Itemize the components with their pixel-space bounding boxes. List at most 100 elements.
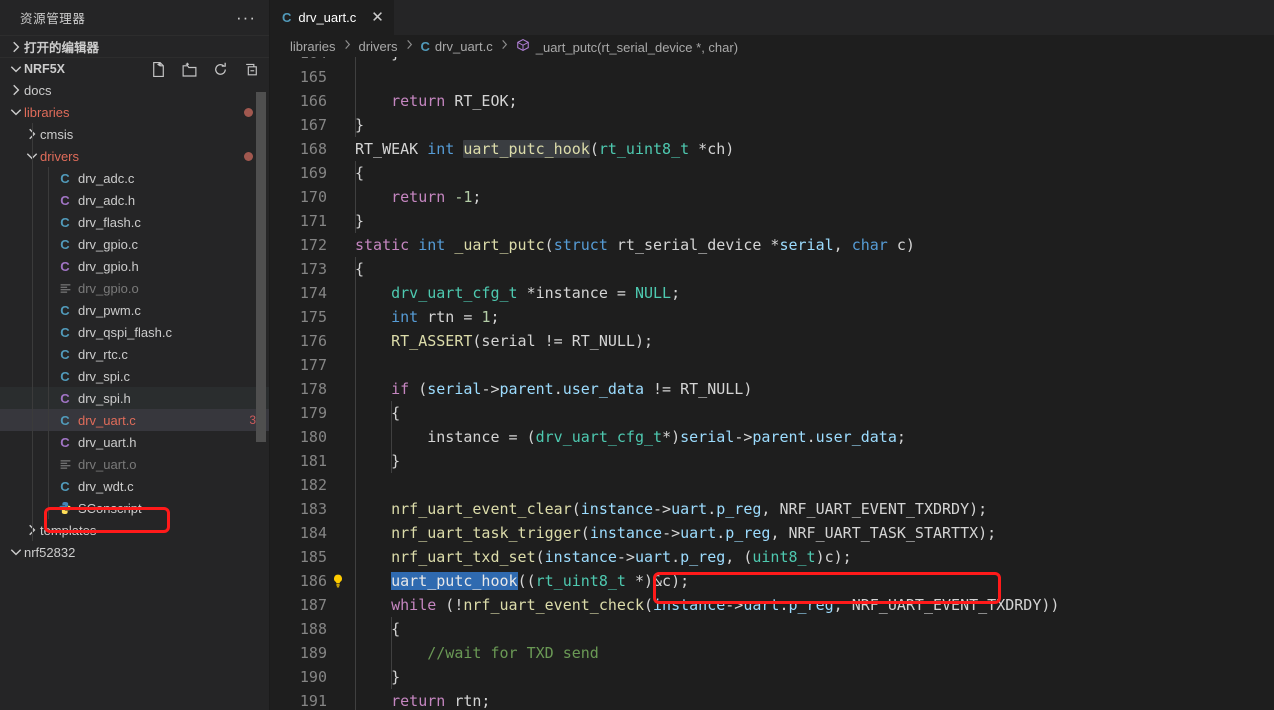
code-line-178[interactable]: 178 if (serial->parent.user_data != RT_N… [270, 377, 1274, 401]
sidebar-scrollbar[interactable] [256, 92, 266, 442]
code-line-175[interactable]: 175 int rtn = 1; [270, 305, 1274, 329]
code-line-179[interactable]: 179 { [270, 401, 1274, 425]
tree-file-drv_wdt.c[interactable]: Cdrv_wdt.c [0, 475, 270, 497]
tree-file-drv_gpio.h[interactable]: Cdrv_gpio.h [0, 255, 270, 277]
editor-pane: C drv_uart.c ✕ libraries drivers Cdrv_uart… [270, 0, 1274, 710]
tree-file-drv_spi.h[interactable]: Cdrv_spi.h [0, 387, 270, 409]
tree-file-drv_adc.c[interactable]: Cdrv_adc.c [0, 167, 270, 189]
tree-file-drv_pwm.c[interactable]: Cdrv_pwm.c [0, 299, 270, 321]
code-token: uint8_t [752, 548, 816, 566]
code-line-166[interactable]: 166 return RT_EOK; [270, 89, 1274, 113]
code-line-text: { [355, 401, 400, 425]
tree-item-label: nrf52832 [24, 544, 76, 560]
code-line-167[interactable]: 167} [270, 113, 1274, 137]
tree-item-label: SConscript [78, 500, 142, 516]
tree-file-SConscript[interactable]: SConscript [0, 497, 270, 519]
tree-file-drv_gpio.c[interactable]: Cdrv_gpio.c [0, 233, 270, 255]
code-line-164[interactable]: 164 } [270, 57, 1274, 65]
tree-file-drv_qspi_flash.c[interactable]: Cdrv_qspi_flash.c [0, 321, 270, 343]
breadcrumb-item-1[interactable]: drivers [359, 39, 398, 54]
tree-folder-nrf52832[interactable]: nrf52832 [0, 541, 270, 563]
code-token: (serial != RT_NULL); [472, 332, 654, 350]
line-number: 190 [299, 668, 327, 686]
workspace-root-label: NRF5X [24, 61, 65, 76]
close-icon[interactable]: ✕ [371, 10, 384, 25]
code-line-170[interactable]: 170 return -1; [270, 185, 1274, 209]
open-editors-section[interactable]: 打开的编辑器 [0, 35, 270, 57]
tree-file-drv_adc.h[interactable]: Cdrv_adc.h [0, 189, 270, 211]
code-line-172[interactable]: 172 static int _uart_putc(struct rt_seria… [270, 233, 1274, 257]
tree-folder-templates[interactable]: templates [0, 519, 270, 541]
line-number: 173 [299, 260, 327, 278]
line-number: 166 [299, 92, 327, 110]
tree-item-label: drv_spi.c [78, 368, 131, 384]
c-file-icon: C [60, 302, 70, 318]
tree-folder-drivers[interactable]: drivers [0, 145, 270, 167]
tree-file-drv_gpio.o[interactable]: drv_gpio.o [0, 277, 270, 299]
code-token: )c); [815, 548, 852, 566]
code-line-text: RT_ASSERT(serial != RT_NULL); [355, 329, 653, 353]
code-line-185[interactable]: 185 nrf_uart_txd_set(instance->uart.p_re… [270, 545, 1274, 569]
code-indent-guide [355, 161, 356, 233]
code-line-188[interactable]: 188 { [270, 617, 1274, 641]
editor-tabbar: C drv_uart.c ✕ [270, 0, 1274, 35]
h-file-icon: C [60, 434, 70, 450]
new-file-icon[interactable] [150, 61, 167, 78]
code-token: c) [887, 236, 915, 254]
code-token: p_reg [716, 500, 762, 518]
tree-file-drv_flash.c[interactable]: Cdrv_flash.c [0, 211, 270, 233]
collapse-all-icon[interactable] [243, 61, 260, 78]
code-line-183[interactable]: 183 nrf_uart_event_clear(instance->uart.… [270, 497, 1274, 521]
code-line-174[interactable]: 174 drv_uart_cfg_t *instance = NULL; [270, 281, 1274, 305]
code-line-187[interactable]: 187 while (!nrf_uart_event_check(instanc… [270, 593, 1274, 617]
code-token: { [355, 404, 401, 422]
code-line-165[interactable]: 165 [270, 65, 1274, 89]
code-token: instance [653, 596, 726, 614]
refresh-icon[interactable] [212, 61, 229, 78]
chevron-right-icon [8, 39, 24, 55]
tree-item-label: docs [24, 82, 52, 98]
tree-file-drv_uart.c[interactable]: Cdrv_uart.c 3 [0, 409, 270, 431]
code-line-190[interactable]: 190 } [270, 665, 1274, 689]
code-line-189[interactable]: 189 //wait for TXD send [270, 641, 1274, 665]
code-line-180[interactable]: 180 instance = (drv_uart_cfg_t*)serial->… [270, 425, 1274, 449]
line-number: 189 [299, 644, 327, 662]
code-line-181[interactable]: 181 } [270, 449, 1274, 473]
breadcrumb-item-3[interactable]: _uart_putc(rt_serial_device *, char) [516, 38, 738, 55]
code-line-184[interactable]: 184 nrf_uart_task_trigger(instance->uart… [270, 521, 1274, 545]
code-line-168[interactable]: 168 RT_WEAK int uart_putc_hook(rt_uint8_t… [270, 137, 1274, 161]
code-line-191[interactable]: 191 return rtn; [270, 689, 1274, 710]
code-line-182[interactable]: 182 [270, 473, 1274, 497]
code-line-171[interactable]: 171} [270, 209, 1274, 233]
tab-drv-uart-c[interactable]: C drv_uart.c ✕ [270, 0, 395, 35]
code-line-173[interactable]: 173 { [270, 257, 1274, 281]
explorer-more-actions-icon[interactable]: ··· [236, 9, 262, 26]
code-line-177[interactable]: 177 [270, 353, 1274, 377]
lightbulb-quickfix-icon[interactable] [330, 573, 346, 589]
breadcrumb-item-2[interactable]: Cdrv_uart.c [421, 39, 493, 54]
code-line-169[interactable]: 169 { [270, 161, 1274, 185]
code-token: uart [743, 596, 780, 614]
tree-file-drv_rtc.c[interactable]: Cdrv_rtc.c [0, 343, 270, 365]
vscode-window: 资源管理器 ··· 打开的编辑器 NRF5X docs libraries cm… [0, 0, 1274, 710]
chevron-down-icon [8, 104, 24, 120]
code-token: *instance = [517, 284, 635, 302]
code-line-186[interactable]: 186 uart_putc_hook((rt_uint8_t *)&c); [270, 569, 1274, 593]
code-token: , NRF_UART_TASK_STARTTX); [770, 524, 997, 542]
code-token: uart [634, 548, 672, 566]
new-folder-icon[interactable] [181, 61, 198, 78]
code-token: rt_uint8_t [598, 140, 690, 158]
code-editor-content[interactable]: 164 }165166 return RT_EOK;167}168RT_WEAK… [270, 57, 1274, 710]
tree-file-drv_uart.o[interactable]: drv_uart.o [0, 453, 270, 475]
workspace-root-row[interactable]: NRF5X [0, 57, 270, 79]
code-token: uart [671, 500, 708, 518]
code-token: parent [499, 380, 554, 398]
tree-file-drv_spi.c[interactable]: Cdrv_spi.c [0, 365, 270, 387]
tree-folder-cmsis[interactable]: cmsis [0, 123, 270, 145]
code-line-176[interactable]: 176 RT_ASSERT(serial != RT_NULL); [270, 329, 1274, 353]
tree-folder-libraries[interactable]: libraries [0, 101, 270, 123]
tree-folder-docs[interactable]: docs [0, 79, 270, 101]
tree-file-drv_uart.h[interactable]: Cdrv_uart.h [0, 431, 270, 453]
breadcrumb-item-0[interactable]: libraries [290, 39, 336, 54]
